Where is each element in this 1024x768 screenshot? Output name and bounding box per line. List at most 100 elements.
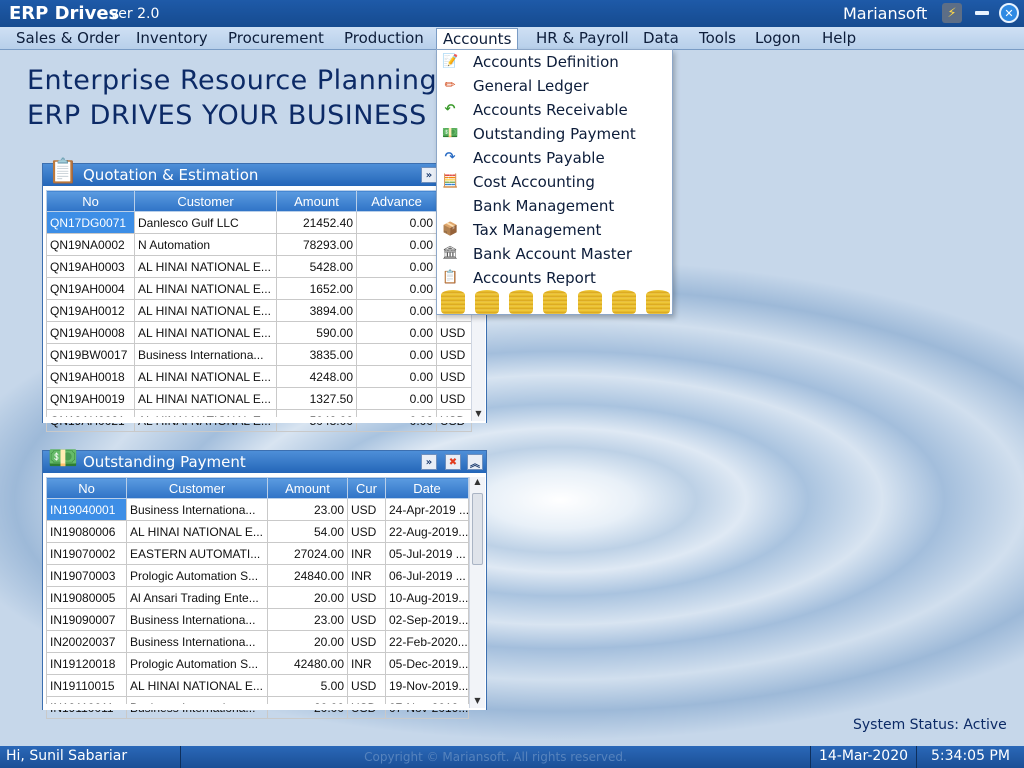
cell-no[interactable]: IN19080006 (46, 520, 127, 543)
cell-currency[interactable]: USD (347, 608, 386, 631)
cell-no[interactable]: IN19070002 (46, 542, 127, 565)
cell-advance[interactable]: 0.00 (356, 365, 437, 388)
menu-production[interactable]: Production (338, 28, 430, 49)
cell-no[interactable]: QN19AH0012 (46, 299, 135, 322)
cell-advance[interactable]: 0.00 (356, 277, 437, 300)
table-row[interactable]: QN19NA0002 N Automation 78293.00 0.00 (46, 233, 472, 256)
cell-customer[interactable]: Business Internationa... (134, 343, 277, 366)
cell-no[interactable]: IN19110015 (46, 674, 127, 697)
cell-amount[interactable]: 54.00 (267, 520, 348, 543)
table-row[interactable]: IN19080006 AL HINAI NATIONAL E... 54.00 USD… (46, 520, 469, 543)
menu-data[interactable]: Data (637, 28, 685, 49)
column-header-date[interactable]: Date (385, 477, 469, 499)
cell-amount[interactable]: 20.00 (267, 630, 348, 653)
cell-advance[interactable]: 0.00 (356, 233, 437, 256)
cell-advance[interactable]: 0.00 (356, 211, 437, 234)
cell-currency[interactable]: USD (436, 321, 472, 344)
cell-advance[interactable]: 0.00 (356, 343, 437, 366)
cell-no[interactable]: IN20020037 (46, 630, 127, 653)
table-row[interactable]: IN19120018 Prologic Automation S... 42480.… (46, 652, 469, 675)
table-row[interactable]: IN19090007 Business Internationa... 23.00 U… (46, 608, 469, 631)
table-row[interactable]: QN19AH0018 AL HINAI NATIONAL E... 4248.00 0… (46, 365, 472, 388)
power-icon[interactable]: ⚡ (942, 3, 962, 23)
menu-inventory[interactable]: Inventory (130, 28, 214, 49)
expand-icon[interactable]: » (421, 167, 437, 183)
menu-item-accounts-receivable[interactable]: ↶ Accounts Receivable (437, 99, 672, 123)
cell-amount[interactable]: 590.00 (276, 321, 357, 344)
menu-item-tax-management[interactable]: 📦 Tax Management (437, 219, 672, 243)
cell-currency[interactable]: USD (436, 365, 472, 388)
table-row[interactable]: IN19110015 AL HINAI NATIONAL E... 5.00 USD 1… (46, 674, 469, 697)
column-header-customer[interactable]: Customer (126, 477, 268, 499)
cell-amount[interactable]: 3894.00 (276, 299, 357, 322)
cell-no[interactable]: IN19080005 (46, 586, 127, 609)
menu-accounts[interactable]: Accounts (436, 28, 519, 51)
column-header-amount[interactable]: Amount (276, 190, 357, 212)
minimize-icon[interactable] (972, 3, 992, 23)
cell-date[interactable]: 22-Feb-2020... (385, 630, 469, 653)
table-row[interactable]: QN19AH0004 AL HINAI NATIONAL E... 1652.00 0… (46, 277, 472, 300)
column-header-amount[interactable]: Amount (267, 477, 348, 499)
cell-amount[interactable]: 4248.00 (276, 365, 357, 388)
cell-customer[interactable]: Al Ansari Trading Ente... (126, 586, 268, 609)
cell-amount[interactable]: 20.00 (267, 586, 348, 609)
cell-date[interactable]: 02-Sep-2019... (385, 608, 469, 631)
column-header-advance[interactable]: Advance (356, 190, 437, 212)
menu-item-accounts-definition[interactable]: 📝 Accounts Definition (437, 51, 672, 75)
scroll-down-arrow[interactable]: ▼ (472, 409, 485, 421)
cell-currency[interactable]: INR (347, 542, 386, 565)
table-row[interactable]: IN19080005 Al Ansari Trading Ente... 20.00… (46, 586, 469, 609)
cell-amount[interactable]: 1652.00 (276, 277, 357, 300)
cell-no[interactable]: QN19BW0017 (46, 343, 135, 366)
cell-amount[interactable]: 23.00 (267, 498, 348, 521)
table-row[interactable]: IN20020037 Business Internationa... 20.00 U… (46, 630, 469, 653)
table-row[interactable]: QN17DG0071 Danlesco Gulf LLC 21452.40 0.00 (46, 211, 472, 234)
cell-no[interactable]: QN19AH0019 (46, 387, 135, 410)
menu-help[interactable]: Help (816, 28, 862, 49)
menu-item-bank-account-master[interactable]: 🏛 Bank Account Master (437, 243, 672, 267)
cell-date[interactable]: 06-Jul-2019 ... (385, 564, 469, 587)
menu-item-accounts-payable[interactable]: ↷ Accounts Payable (437, 147, 672, 171)
cell-customer[interactable]: AL HINAI NATIONAL E... (134, 387, 277, 410)
cell-currency[interactable]: USD (347, 520, 386, 543)
cell-no[interactable]: QN19AH0018 (46, 365, 135, 388)
table-row[interactable]: QN19AH0008 AL HINAI NATIONAL E... 590.00 0.… (46, 321, 472, 344)
cell-date[interactable]: 10-Aug-2019... (385, 586, 469, 609)
cell-advance[interactable]: 0.00 (356, 255, 437, 278)
cell-amount[interactable]: 27024.00 (267, 542, 348, 565)
cell-customer[interactable]: AL HINAI NATIONAL E... (134, 277, 277, 300)
expand-icon[interactable]: » (421, 454, 437, 470)
cell-amount[interactable]: 23.00 (267, 608, 348, 631)
cell-customer[interactable]: Danlesco Gulf LLC (134, 211, 277, 234)
cell-no[interactable]: IN19040001 (46, 498, 127, 521)
cell-date[interactable]: 24-Apr-2019 ... (385, 498, 469, 521)
cell-no[interactable]: IN19070003 (46, 564, 127, 587)
menu-hr-payroll[interactable]: HR & Payroll (530, 28, 635, 49)
cell-amount[interactable]: 5.00 (267, 674, 348, 697)
cell-date[interactable]: 05-Dec-2019... (385, 652, 469, 675)
cell-amount[interactable]: 5428.00 (276, 255, 357, 278)
menu-procurement[interactable]: Procurement (222, 28, 330, 49)
cell-currency[interactable]: INR (347, 564, 386, 587)
cell-customer[interactable]: AL HINAI NATIONAL E... (134, 365, 277, 388)
column-header-no[interactable]: No (46, 477, 127, 499)
cell-customer[interactable]: AL HINAI NATIONAL E... (134, 321, 277, 344)
cell-advance[interactable]: 0.00 (356, 387, 437, 410)
cell-no[interactable]: QN17DG0071 (46, 211, 135, 234)
cell-currency[interactable]: USD (436, 343, 472, 366)
cell-currency[interactable]: INR (347, 652, 386, 675)
table-row[interactable]: QN19AH0012 AL HINAI NATIONAL E... 3894.00 0… (46, 299, 472, 322)
menu-item-bank-management[interactable]: Bank Management (437, 195, 672, 219)
cell-amount[interactable]: 24840.00 (267, 564, 348, 587)
cell-currency[interactable]: USD (347, 498, 386, 521)
table-row[interactable]: QN19BW0017 Business Internationa... 3835.0… (46, 343, 472, 366)
scroll-thumb[interactable] (472, 493, 483, 565)
menu-sales-order[interactable]: Sales & Order (10, 28, 126, 49)
menu-item-general-ledger[interactable]: ✏ General Ledger (437, 75, 672, 99)
cell-amount[interactable]: 3835.00 (276, 343, 357, 366)
cell-customer[interactable]: EASTERN AUTOMATI... (126, 542, 268, 565)
collapse-icon[interactable]: ︽ (467, 454, 483, 470)
table-row[interactable]: IN19040001 Business Internationa... 23.00 U… (46, 498, 469, 521)
menu-item-cost-accounting[interactable]: 🧮 Cost Accounting (437, 171, 672, 195)
cell-currency[interactable]: USD (347, 630, 386, 653)
